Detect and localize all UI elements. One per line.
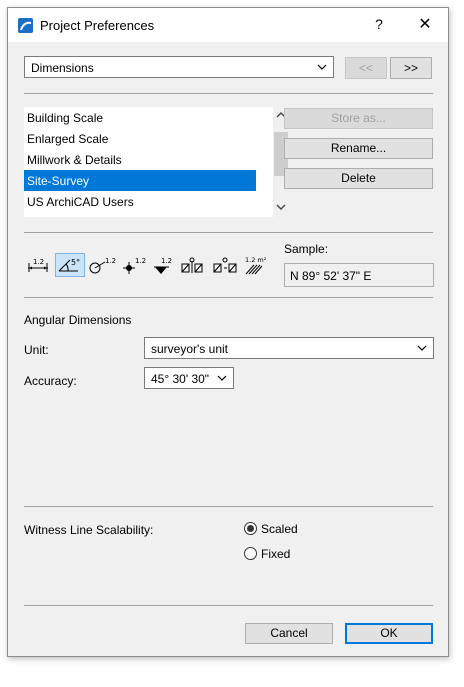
ok-button[interactable]: OK — [345, 623, 433, 644]
separator — [24, 506, 433, 507]
dimension-standards-list[interactable]: Building Scale Enlarged Scale Millwork &… — [24, 107, 289, 217]
list-item[interactable]: Enlarged Scale — [24, 128, 256, 149]
level-dimension-icon: 1.2 — [123, 257, 146, 274]
linear-dimension-icon: 1.2 — [28, 258, 48, 272]
list-item[interactable]: US ArchiCAD Users — [24, 191, 256, 212]
tool-label: 1.2 — [135, 257, 146, 265]
list-item[interactable]: Millwork & Details — [24, 149, 256, 170]
area-calculation-icon: 1.2 m² — [245, 256, 267, 275]
accuracy-dropdown[interactable]: 45° 30' 30" — [144, 367, 234, 389]
separator — [24, 232, 433, 233]
tool-label: 5° — [71, 258, 80, 267]
previous-page-button[interactable]: << — [345, 57, 387, 79]
separator — [24, 93, 433, 94]
separator — [24, 297, 433, 298]
radial-dimension-icon: 1.2 — [89, 257, 116, 274]
chevron-down-icon[interactable] — [276, 203, 286, 211]
tool-label: 1.2 — [105, 257, 116, 265]
door-window-dimension-icon — [181, 257, 203, 273]
tool-label: 1.2 m² — [245, 256, 267, 264]
sill-height-dimension-tool[interactable] — [212, 253, 242, 277]
separator — [24, 605, 433, 606]
tool-label: 1.2 — [161, 257, 172, 265]
store-as-button[interactable]: Store as... — [284, 108, 433, 129]
title-bar: Project Preferences ? ✕ — [8, 8, 448, 42]
scaled-option-label[interactable]: Scaled — [261, 522, 298, 536]
help-button[interactable]: ? — [364, 16, 394, 36]
area-calculation-tool[interactable]: 1.2 m² — [242, 253, 272, 277]
chevron-down-icon — [417, 345, 427, 351]
tool-label: 1.2 — [33, 258, 44, 266]
list-item[interactable]: Building Scale — [24, 107, 256, 128]
elevation-dimension-tool[interactable]: 1.2 — [151, 253, 181, 277]
angular-dimension-tool[interactable]: 5° — [55, 253, 85, 277]
unit-label: Unit: — [24, 343, 49, 357]
door-window-dimension-tool[interactable] — [180, 253, 210, 277]
fixed-radio[interactable] — [244, 547, 257, 560]
witness-line-scalability-label: Witness Line Scalability: — [24, 523, 154, 537]
linear-dimension-tool[interactable]: 1.2 — [24, 253, 54, 277]
scaled-radio[interactable] — [244, 522, 257, 535]
archicad-app-icon — [18, 18, 33, 33]
sample-preview-box: N 89° 52' 37" E — [284, 263, 434, 287]
preferences-page-value: Dimensions — [31, 61, 94, 75]
close-button[interactable]: ✕ — [410, 14, 440, 36]
rename-button[interactable]: Rename... — [284, 138, 433, 159]
chevron-down-icon — [217, 375, 227, 381]
unit-value: surveyor's unit — [151, 342, 228, 356]
sample-value: N 89° 52' 37" E — [290, 269, 372, 283]
cancel-button[interactable]: Cancel — [245, 623, 333, 644]
level-dimension-tool[interactable]: 1.2 — [120, 253, 150, 277]
delete-button[interactable]: Delete — [284, 168, 433, 189]
dialog-title: Project Preferences — [40, 18, 155, 33]
unit-dropdown[interactable]: surveyor's unit — [144, 337, 434, 359]
next-page-button[interactable]: >> — [390, 57, 432, 79]
sill-height-dimension-icon — [213, 257, 237, 273]
list-item-selected[interactable]: Site-Survey — [24, 170, 256, 191]
chevron-down-icon — [317, 64, 327, 70]
angular-dimension-icon: 5° — [58, 258, 80, 272]
radial-dimension-tool[interactable]: 1.2 — [88, 253, 118, 277]
preferences-page-dropdown[interactable]: Dimensions — [24, 56, 334, 78]
sample-label: Sample: — [284, 242, 329, 256]
angular-dimensions-heading: Angular Dimensions — [24, 313, 132, 327]
accuracy-label: Accuracy: — [24, 374, 77, 388]
accuracy-value: 45° 30' 30" — [151, 372, 210, 386]
fixed-option-label[interactable]: Fixed — [261, 547, 290, 561]
project-preferences-dialog: Project Preferences ? ✕ Dimensions << >>… — [7, 7, 449, 657]
elevation-dimension-icon: 1.2 — [154, 257, 172, 274]
